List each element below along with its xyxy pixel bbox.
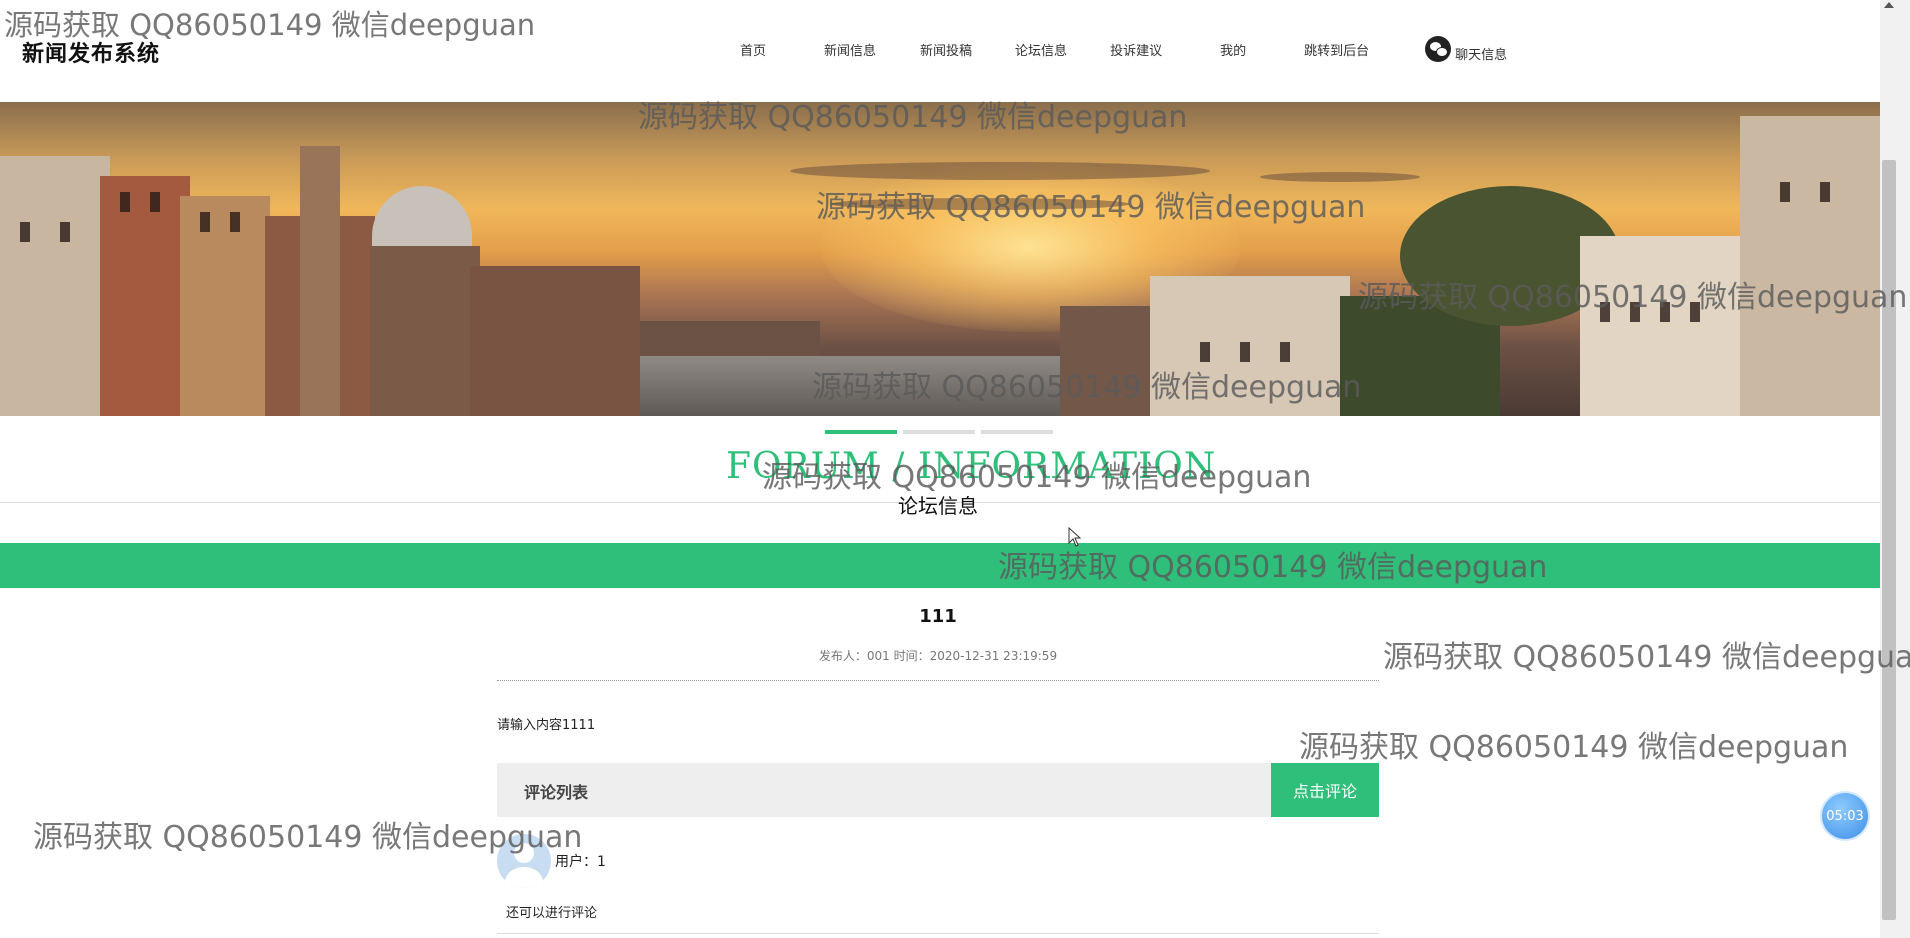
timer-badge[interactable]: 05:03 (1822, 793, 1868, 839)
banner-building (470, 266, 640, 416)
post-divider (497, 680, 1379, 681)
wechat-icon (1425, 36, 1452, 62)
post-content: 请输入内容1111 (497, 718, 596, 733)
banner-building (0, 156, 110, 416)
main-nav: 首页 新闻信息 新闻投稿 论坛信息 投诉建议 我的 跳转到后台 聊天信息 (740, 36, 1508, 63)
nav-item-forum[interactable]: 论坛信息 (1015, 40, 1067, 59)
banner-building (1580, 236, 1740, 416)
nav-item-admin[interactable]: 跳转到后台 (1304, 40, 1369, 59)
comment-divider (497, 933, 1379, 934)
site-header: 新闻发布系统 首页 新闻信息 新闻投稿 论坛信息 投诉建议 我的 跳转到后台 聊… (0, 0, 1880, 102)
nav-item-complaints[interactable]: 投诉建议 (1110, 40, 1162, 59)
banner-cloud (830, 198, 1130, 210)
post-meta: 发布人：001 时间：2020-12-31 23:19:59 (818, 649, 1058, 663)
comment-list-title: 评论列表 (524, 783, 589, 802)
watermark: 源码获取 QQ86050149 微信deepguan (1299, 730, 1849, 765)
scrollbar-thumb[interactable] (1882, 160, 1896, 920)
comment-item: 用户：1 还可以进行评论 (497, 834, 1379, 934)
nav-item-news-submit[interactable]: 新闻投稿 (920, 40, 972, 59)
banner-cloud (1260, 172, 1420, 182)
slider-indicator[interactable] (903, 430, 975, 434)
hero-banner (0, 102, 1880, 416)
nav-item-chat[interactable]: 聊天信息 (1425, 36, 1508, 63)
banner-canal (640, 356, 1060, 416)
banner-cloud (790, 162, 1210, 180)
slider-indicator[interactable] (825, 430, 897, 434)
nav-item-news[interactable]: 新闻信息 (824, 40, 876, 59)
comment-list-header: 评论列表 点击评论 (497, 763, 1379, 817)
site-logo: 新闻发布系统 (22, 42, 161, 67)
add-comment-button[interactable]: 点击评论 (1271, 763, 1379, 817)
nav-chat-label: 聊天信息 (1455, 47, 1508, 63)
section-title-en: FORUM / INFORMATION (726, 446, 1217, 487)
banner-dome (372, 186, 472, 246)
scroll-up-arrow[interactable] (1884, 2, 1894, 8)
banner-building (180, 196, 270, 416)
post-title: 111 (919, 606, 957, 627)
avatar (497, 834, 551, 888)
comment-text: 还可以进行评论 (506, 906, 598, 921)
section-title-cn: 论坛信息 (898, 494, 978, 518)
slider-indicator[interactable] (981, 430, 1053, 434)
nav-item-home[interactable]: 首页 (740, 40, 766, 59)
banner-building (370, 246, 480, 416)
banner-building (1150, 276, 1350, 416)
banner-slider-indicators (825, 430, 1053, 434)
nav-item-mine[interactable]: 我的 (1220, 40, 1246, 59)
section-accent-bar (0, 543, 1880, 588)
banner-tower (300, 146, 340, 416)
banner-building (1740, 116, 1880, 416)
banner-building (100, 176, 190, 416)
comment-user: 用户：1 (555, 854, 606, 870)
page-scrollbar[interactable] (1880, 0, 1910, 938)
